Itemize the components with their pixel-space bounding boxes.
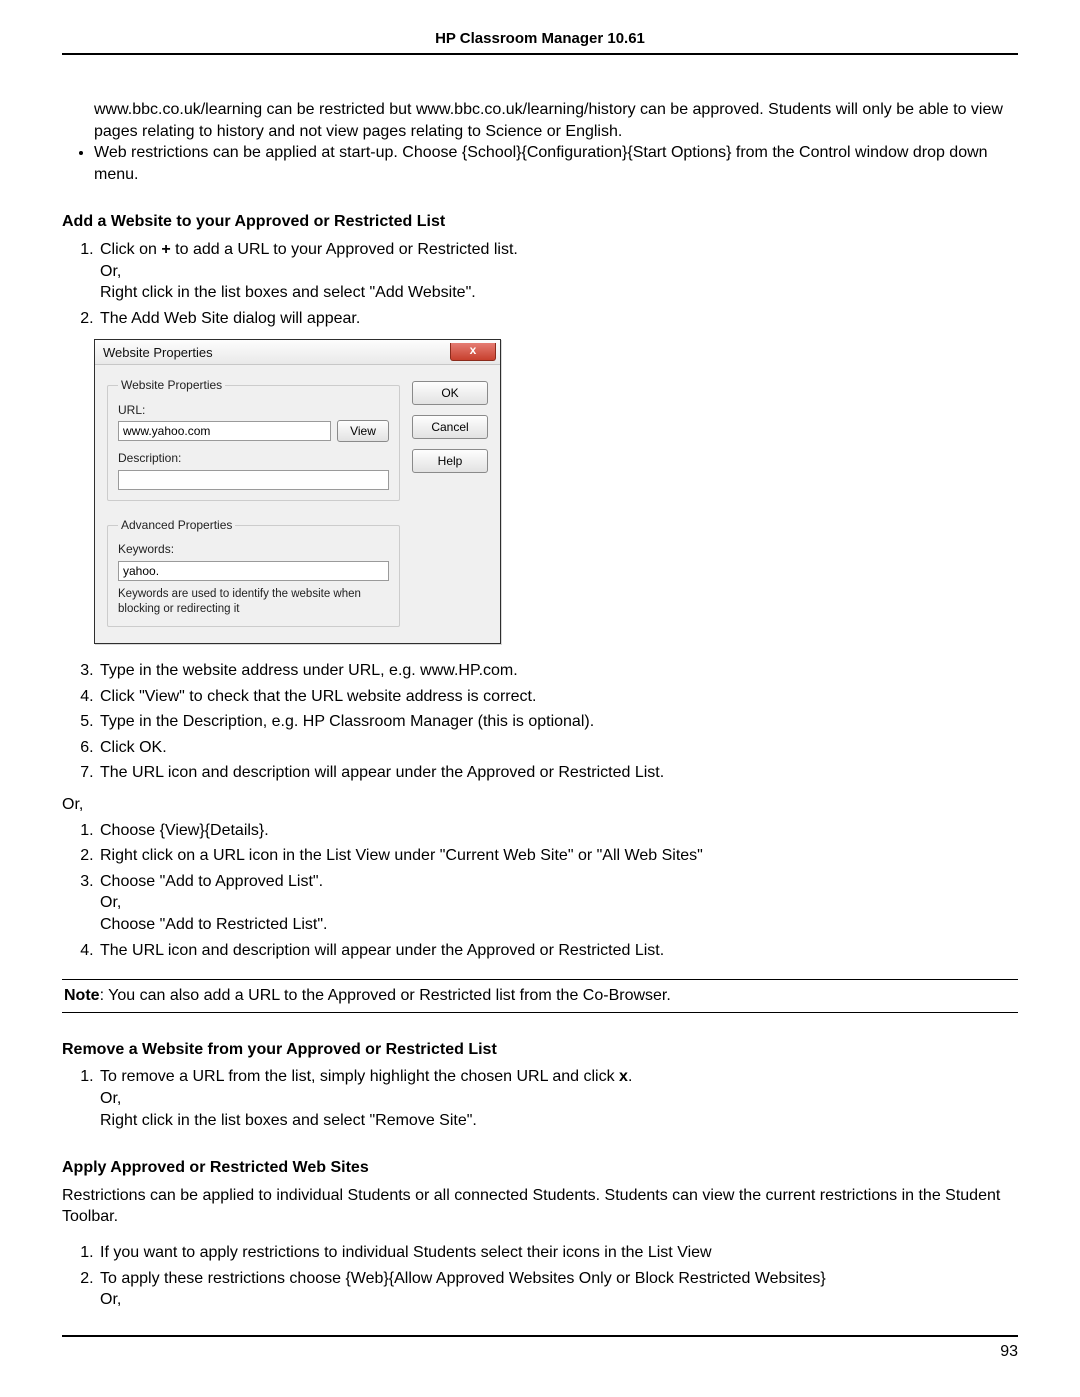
dialog-title: Website Properties [103, 344, 213, 362]
intro-bullet: Web restrictions can be applied at start… [94, 142, 1018, 185]
add-step1-or: Or, [100, 261, 1018, 283]
cancel-button[interactable]: Cancel [412, 415, 488, 439]
view-button[interactable]: View [337, 420, 389, 442]
note-box: Note: You can also add a URL to the Appr… [62, 979, 1018, 1013]
apply-step-2: To apply these restrictions choose {Web}… [98, 1268, 1018, 1311]
website-properties-group: Website Properties URL: View Description… [107, 377, 400, 501]
close-button[interactable]: x [450, 343, 496, 361]
alt3a: Choose "Add to Approved List". [100, 873, 323, 890]
section-add-heading: Add a Website to your Approved or Restri… [62, 211, 1018, 233]
alt-step-3: Choose "Add to Approved List". Or, Choos… [98, 871, 1018, 936]
group2-legend: Advanced Properties [118, 517, 235, 533]
add-step-4: Click "View" to check that the URL websi… [98, 686, 1018, 708]
alt3-or: Or, [100, 892, 1018, 914]
note-text: : You can also add a URL to the Approved… [100, 987, 671, 1004]
keywords-hint: Keywords are used to identify the websit… [118, 587, 389, 616]
add-step-1: Click on + to add a URL to your Approved… [98, 239, 1018, 304]
url-label: URL: [118, 402, 389, 418]
or-divider: Or, [62, 794, 1018, 816]
apply-step-1: If you want to apply restrictions to ind… [98, 1242, 1018, 1264]
keywords-label: Keywords: [118, 541, 389, 557]
remove1-or: Or, [100, 1088, 1018, 1110]
alt-step-2: Right click on a URL icon in the List Vi… [98, 845, 1018, 867]
add-step-3: Type in the website address under URL, e… [98, 660, 1018, 682]
remove1a: To remove a URL from the list, simply hi… [100, 1068, 619, 1085]
ok-button[interactable]: OK [412, 381, 488, 405]
description-label: Description: [118, 450, 389, 466]
note-label: Note [64, 987, 100, 1004]
section-apply-heading: Apply Approved or Restricted Web Sites [62, 1157, 1018, 1179]
apply-intro: Restrictions can be applied to individua… [62, 1185, 1018, 1228]
alt-step-1: Choose {View}{Details}. [98, 820, 1018, 842]
keywords-input[interactable] [118, 561, 389, 581]
remove-step-1: To remove a URL from the list, simply hi… [98, 1066, 1018, 1131]
add-step-5: Type in the Description, e.g. HP Classro… [98, 711, 1018, 733]
description-input[interactable] [118, 470, 389, 490]
add-step-2: The Add Web Site dialog will appear. [98, 308, 1018, 330]
remove1b: . [628, 1068, 632, 1085]
x-icon: x [619, 1068, 628, 1085]
website-properties-dialog: Website Properties x Website Properties … [94, 339, 501, 644]
alt-step-4: The URL icon and description will appear… [98, 940, 1018, 962]
add-step1-c: Right click in the list boxes and select… [100, 282, 1018, 304]
page-header: HP Classroom Manager 10.61 [62, 30, 1018, 55]
add-step-6: Click OK. [98, 737, 1018, 759]
apply2a: To apply these restrictions choose {Web}… [100, 1270, 826, 1287]
page-number: 93 [1000, 1343, 1018, 1360]
add-step-7: The URL icon and description will appear… [98, 762, 1018, 784]
dialog-titlebar[interactable]: Website Properties x [95, 340, 500, 365]
help-button[interactable]: Help [412, 449, 488, 473]
plus-icon: + [161, 241, 170, 258]
apply2-or: Or, [100, 1289, 1018, 1311]
alt3b: Choose "Add to Restricted List". [100, 914, 1018, 936]
intro-paragraph: www.bbc.co.uk/learning can be restricted… [62, 99, 1018, 142]
add-step1-text-b: to add a URL to your Approved or Restric… [171, 241, 518, 258]
remove1c: Right click in the list boxes and select… [100, 1110, 1018, 1132]
url-input[interactable] [118, 421, 331, 441]
section-remove-heading: Remove a Website from your Approved or R… [62, 1039, 1018, 1061]
advanced-properties-group: Advanced Properties Keywords: Keywords a… [107, 517, 400, 627]
page-footer: 93 [62, 1335, 1018, 1361]
add-step1-text-a: Click on [100, 241, 161, 258]
group1-legend: Website Properties [118, 377, 225, 393]
